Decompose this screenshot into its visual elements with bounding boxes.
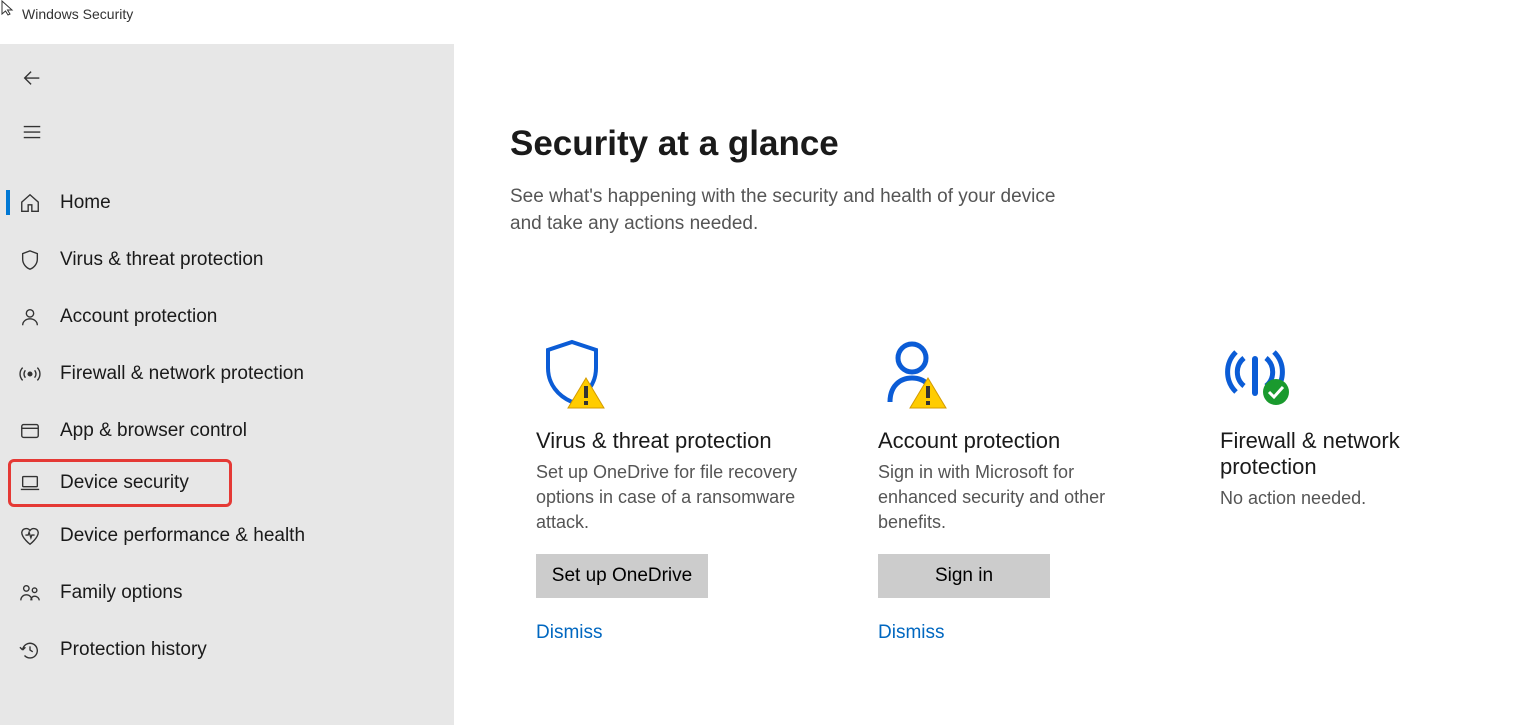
card-title: Account protection bbox=[878, 428, 1160, 454]
nav-label: Firewall & network protection bbox=[60, 363, 304, 385]
nav-label: App & browser control bbox=[60, 420, 247, 442]
person-warning-icon bbox=[878, 338, 1160, 414]
nav-virus[interactable]: Virus & threat protection bbox=[0, 231, 454, 288]
card-desc: No action needed. bbox=[1220, 486, 1502, 511]
window-title: Windows Security bbox=[22, 6, 133, 22]
nav-family[interactable]: Family options bbox=[0, 564, 454, 621]
nav-account[interactable]: Account protection bbox=[0, 288, 454, 345]
nav-home[interactable]: Home bbox=[0, 174, 454, 231]
nav-label: Home bbox=[60, 192, 111, 214]
nav-performance[interactable]: Device performance & health bbox=[0, 507, 454, 564]
nav-label: Device performance & health bbox=[60, 525, 305, 547]
back-button[interactable] bbox=[8, 54, 56, 102]
nav-app-browser[interactable]: App & browser control bbox=[0, 402, 454, 459]
nav-label: Family options bbox=[60, 582, 183, 604]
card-desc: Set up OneDrive for file recovery option… bbox=[536, 460, 818, 534]
dismiss-link[interactable]: Dismiss bbox=[536, 622, 603, 643]
history-icon bbox=[18, 638, 42, 662]
shield-icon bbox=[18, 248, 42, 272]
dismiss-link[interactable]: Dismiss bbox=[878, 622, 945, 643]
family-icon bbox=[18, 581, 42, 605]
broadcast-ok-icon bbox=[1220, 338, 1502, 414]
sign-in-button[interactable]: Sign in bbox=[878, 554, 1050, 598]
home-icon bbox=[18, 191, 42, 215]
card-title: Firewall & network protection bbox=[1220, 428, 1502, 480]
nav-firewall[interactable]: Firewall & network protection bbox=[0, 345, 454, 402]
main-content: Security at a glance See what's happenin… bbox=[454, 44, 1536, 725]
person-icon bbox=[18, 305, 42, 329]
nav-label: Account protection bbox=[60, 306, 217, 328]
hamburger-button[interactable] bbox=[8, 108, 56, 156]
nav-label: Virus & threat protection bbox=[60, 249, 263, 271]
heart-icon bbox=[18, 524, 42, 548]
card-firewall[interactable]: Firewall & network protection No action … bbox=[1194, 316, 1502, 644]
card-title: Virus & threat protection bbox=[536, 428, 818, 454]
sidebar: Home Virus & threat protection Account p… bbox=[0, 44, 454, 725]
page-title: Security at a glance bbox=[510, 124, 1536, 164]
nav-history[interactable]: Protection history bbox=[0, 621, 454, 678]
nav-device-security[interactable]: Device security bbox=[8, 459, 232, 507]
window-icon bbox=[18, 419, 42, 443]
nav-label: Protection history bbox=[60, 639, 207, 661]
card-account[interactable]: Account protection Sign in with Microsof… bbox=[852, 316, 1160, 644]
card-virus[interactable]: Virus & threat protection Set up OneDriv… bbox=[510, 316, 818, 644]
page-subtitle: See what's happening with the security a… bbox=[510, 184, 1070, 238]
cards-row: Virus & threat protection Set up OneDriv… bbox=[510, 316, 1536, 644]
shield-warning-icon bbox=[536, 338, 818, 414]
broadcast-icon bbox=[18, 362, 42, 386]
nav: Home Virus & threat protection Account p… bbox=[0, 174, 454, 678]
card-desc: Sign in with Microsoft for enhanced secu… bbox=[878, 460, 1160, 534]
nav-label: Device security bbox=[60, 472, 189, 494]
setup-onedrive-button[interactable]: Set up OneDrive bbox=[536, 554, 708, 598]
laptop-icon bbox=[18, 471, 42, 495]
